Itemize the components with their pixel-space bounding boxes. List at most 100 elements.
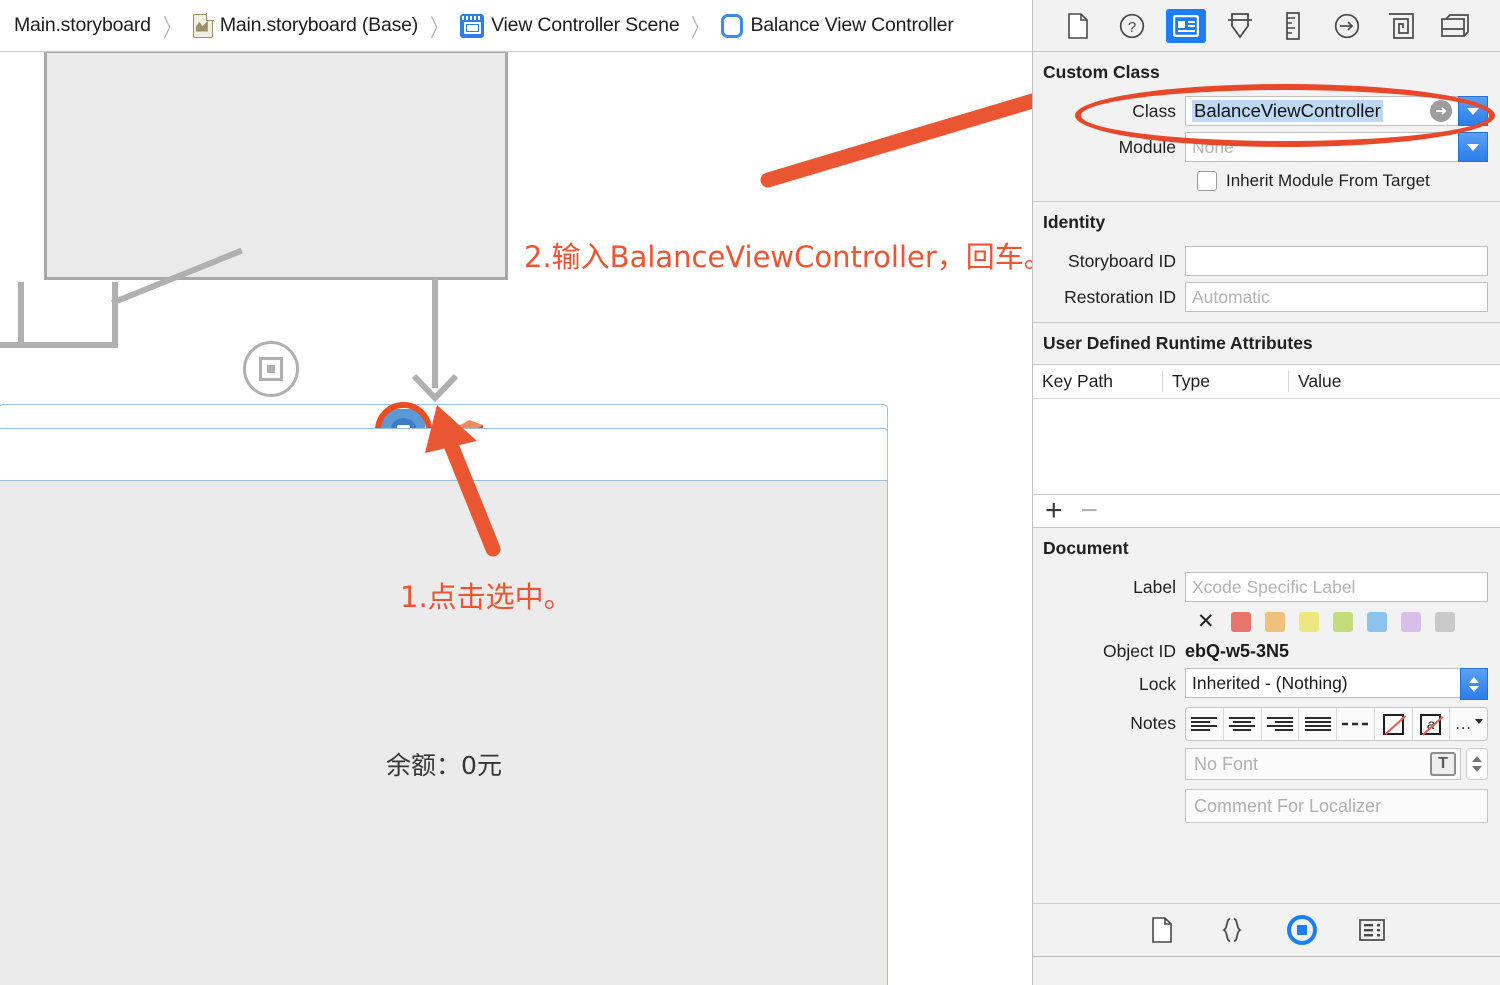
module-combo[interactable]: None	[1185, 132, 1488, 162]
library-selector-bar	[1033, 903, 1500, 955]
inspector-tab-connections[interactable]	[1327, 9, 1367, 43]
object-id-value: ebQ-w5-3N5	[1185, 641, 1290, 661]
scene-upper-view[interactable]	[44, 52, 508, 280]
color-swatch-purple[interactable]	[1400, 611, 1421, 632]
object-library-icon[interactable]	[1287, 914, 1317, 945]
inherit-module-checkbox[interactable]	[1197, 171, 1217, 191]
spiral-icon	[1389, 12, 1415, 39]
align-right-icon[interactable]	[1262, 708, 1300, 740]
font-size-stepper[interactable]	[1466, 748, 1488, 780]
lock-stepper-button[interactable]	[1460, 668, 1488, 700]
align-center-icon[interactable]	[1224, 708, 1262, 740]
code-snippet-library-icon[interactable]	[1217, 915, 1247, 945]
align-justify-icon[interactable]	[1299, 708, 1337, 740]
breadcrumb-label: Main.storyboard (Base)	[219, 14, 419, 36]
text-color-icon[interactable]: a	[1413, 708, 1451, 740]
color-swatch-red[interactable]	[1230, 611, 1251, 632]
color-swatch-green[interactable]	[1332, 611, 1353, 632]
inspector-tab-size[interactable]	[1273, 9, 1313, 43]
caret-down-icon	[1474, 718, 1483, 724]
layers-icon	[1441, 13, 1469, 37]
balance-label: 余额：0元	[386, 751, 502, 780]
segue-icon[interactable]	[243, 341, 299, 397]
clear-color-icon[interactable]: ✕	[1197, 611, 1215, 632]
inspector-tab-identity[interactable]	[1165, 8, 1206, 43]
runtime-attributes-table[interactable]: Key Path Type Value	[1033, 364, 1500, 494]
runtime-attributes-title: User Defined Runtime Attributes	[1043, 333, 1313, 353]
chevron-down-icon	[1467, 143, 1479, 151]
class-row: Class BalanceViewController	[1033, 93, 1500, 129]
label-color-swatches: ✕	[1033, 605, 1500, 638]
breadcrumb-item-balance-view-controller[interactable]: Balance View Controller	[721, 13, 954, 38]
storyboard-id-row: Storyboard ID	[1033, 243, 1500, 279]
jump-to-definition-icon[interactable]	[1430, 100, 1452, 122]
arrow-right-icon	[1436, 107, 1447, 115]
identity-title: Identity	[1043, 212, 1106, 232]
ruler-icon	[1286, 11, 1301, 40]
file-template-library-icon[interactable]	[1147, 915, 1177, 945]
color-swatch-blue[interactable]	[1366, 611, 1387, 632]
remove-attribute-button[interactable]: −	[1081, 496, 1099, 526]
storyboard-id-input[interactable]	[1185, 246, 1488, 276]
lock-select[interactable]: Inherited - (Nothing)	[1185, 668, 1488, 700]
annotation-arrow-to-class-field	[760, 93, 1032, 188]
font-input[interactable]: No Font T	[1185, 748, 1461, 780]
storyboard-id-label: Storyboard ID	[1068, 250, 1176, 271]
column-header-value: Value	[1298, 371, 1342, 391]
inspector-tab-view-effects[interactable]	[1435, 9, 1475, 43]
simulated-screen-view[interactable]	[0, 480, 888, 985]
inspector-tab-quick-help[interactable]: ?	[1112, 9, 1152, 43]
custom-class-section: Custom Class Class BalanceViewController	[1033, 52, 1500, 202]
table-body-empty[interactable]	[1033, 398, 1500, 494]
module-dropdown-button[interactable]	[1458, 132, 1488, 162]
label-row: Label Xcode Specific Label	[1033, 569, 1500, 605]
storyboard-canvas[interactable]: 1 余额：0元 2.输入BalanceViewController，回车。 1.…	[0, 52, 1032, 985]
question-circle-icon: ?	[1119, 13, 1144, 38]
breadcrumb-item-view-controller-scene[interactable]: View Controller Scene	[460, 13, 680, 38]
dashed-line-icon[interactable]	[1337, 708, 1375, 740]
chevron-down-icon	[1472, 766, 1482, 772]
restoration-id-label: Restoration ID	[1064, 286, 1176, 307]
runtime-attributes-section: User Defined Runtime Attributes Key Path…	[1033, 323, 1500, 528]
no-color-icon[interactable]	[1375, 708, 1413, 740]
inspector-tab-file-inspector[interactable]	[1058, 9, 1098, 43]
inherit-module-row[interactable]: Inherit Module From Target	[1033, 165, 1500, 201]
add-attribute-button[interactable]: +	[1045, 496, 1063, 526]
font-row: No Font T	[1033, 741, 1500, 783]
breadcrumb-item-main-storyboard-base[interactable]: Main.storyboard (Base)	[192, 12, 419, 38]
inspector-tab-bindings[interactable]	[1381, 9, 1421, 43]
more-options-icon[interactable]: …	[1450, 708, 1487, 740]
breadcrumb-item-main-storyboard[interactable]: Main.storyboard	[14, 14, 151, 37]
class-label: Class	[1132, 100, 1176, 121]
class-combo[interactable]: BalanceViewController	[1185, 96, 1488, 126]
comment-for-localizer-input[interactable]: Comment For Localizer	[1185, 789, 1488, 823]
notes-row: Notes a …	[1033, 703, 1500, 741]
font-placeholder-text: No Font	[1194, 753, 1259, 774]
color-swatch-yellow[interactable]	[1298, 611, 1319, 632]
column-header-key-path: Key Path	[1033, 371, 1163, 392]
chevron-up-icon	[1472, 756, 1482, 762]
chevron-up-icon	[1469, 676, 1479, 683]
identity-card-icon	[1172, 14, 1199, 37]
color-swatch-gray[interactable]	[1434, 611, 1455, 632]
font-panel-icon[interactable]: T	[1430, 752, 1456, 776]
class-input[interactable]: BalanceViewController	[1185, 96, 1458, 126]
inspector-tab-bar: ?	[1033, 0, 1500, 52]
table-header-row: Key Path Type Value	[1033, 365, 1500, 398]
document-title: Document	[1043, 538, 1129, 558]
align-left-icon[interactable]	[1186, 708, 1224, 740]
inspector-tab-attributes[interactable]	[1220, 9, 1260, 43]
module-input[interactable]: None	[1185, 132, 1458, 162]
media-library-icon[interactable]	[1357, 915, 1387, 945]
restoration-id-input[interactable]: Automatic	[1185, 282, 1488, 312]
scene-icon	[460, 13, 485, 38]
ellipsis-label: …	[1454, 714, 1473, 733]
class-value: BalanceViewController	[1192, 100, 1383, 122]
entry-point-arrow-icon	[412, 278, 458, 402]
annotation-step-1: 1.点击选中。	[400, 580, 573, 614]
label-input[interactable]: Xcode Specific Label	[1185, 572, 1488, 602]
storyboard-file-icon	[192, 12, 214, 38]
breadcrumb-label: Main.storyboard	[14, 14, 151, 36]
color-swatch-orange[interactable]	[1264, 611, 1285, 632]
class-dropdown-button[interactable]	[1458, 96, 1488, 126]
